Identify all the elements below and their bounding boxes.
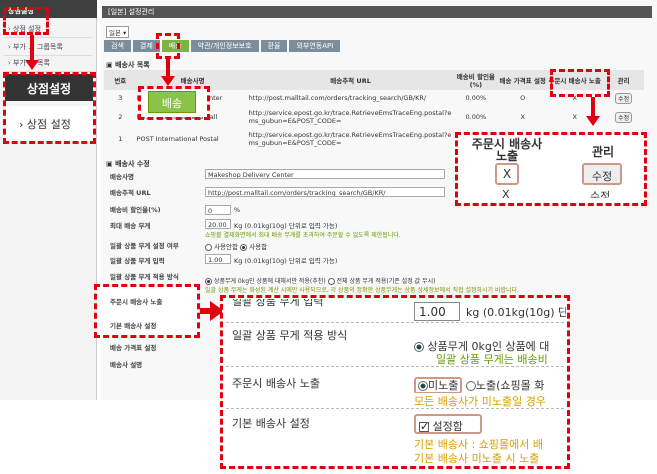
arrow-down-icon — [586, 116, 600, 126]
bulk-input[interactable]: 1.00 — [205, 254, 231, 264]
max-weight-note: 쇼핑몰 결제화면에서 최대 배송 무게를 초과하여 주문할 수 없도록 제한됩니… — [205, 232, 401, 239]
label-max-weight: 최대 배송 무게 — [110, 222, 151, 230]
url-input[interactable]: http://post.malltail.com/orders/tracking… — [205, 187, 445, 197]
label-bulk-use: 일괄 상품 무게 설정 여부 — [110, 242, 179, 250]
label-price: 배송 가격표 설정 — [110, 344, 157, 352]
col-header-price: 배송 가격표 설정 — [499, 70, 547, 90]
page-title: [일본] 설정관리 — [102, 6, 652, 18]
section-title-edit: ▣ 배송사 수정 — [106, 160, 150, 168]
arrow-stem — [591, 97, 595, 117]
sidebar-item-list[interactable]: › 부가 ... 목록 — [4, 58, 92, 72]
radio-bulk-off[interactable] — [205, 243, 212, 251]
bulk-input-unit: Kg (0.01kg(10g) 단위로 입력 가능) — [234, 257, 338, 265]
highlight-zoom-callout — [220, 295, 570, 469]
radio-method-zero[interactable] — [205, 278, 212, 285]
label-desc: 배송사 설명 — [110, 361, 143, 369]
tab-terms-privacy[interactable]: 약관/개인정보보호 — [190, 40, 259, 52]
tab-bar: 검색 결제 배송 약관/개인정보보호 환율 외부연동API — [104, 40, 341, 54]
arrow-down-icon — [25, 60, 39, 70]
max-weight-unit: Kg (0.01kg(10g) 단위로 입력 가능) — [234, 222, 338, 230]
highlight-tab-callout — [138, 86, 210, 120]
label-discount: 배송비 할인율(%) — [110, 206, 161, 214]
edit-button[interactable]: 수정 — [615, 111, 633, 123]
bulk-method-radios: 상품무게 0kg인 상품에 대해서만 적용(추천) 전체 상품 무게 적용(기존… — [205, 276, 560, 285]
highlight-form-labels — [94, 284, 200, 338]
arrow-stem — [166, 59, 170, 77]
section-title-list: ▣ 배송사 목록 — [106, 61, 150, 69]
highlight-manage-callout — [455, 132, 647, 206]
label-name: 배송사명 — [110, 173, 134, 181]
highlight-sidebar-callout — [3, 72, 96, 144]
arrow-stem — [30, 35, 34, 61]
highlight-expose-column — [550, 69, 610, 97]
label-bulk-method: 일괄 상품 무게 적용 방식 — [110, 273, 179, 281]
col-header-no: 번호 — [104, 70, 137, 90]
tab-search[interactable]: 검색 — [104, 40, 131, 52]
bulk-method-note: 일괄 상품 무게는 화성된 계산 시에만 사용되므로, 각 상품의 정확한 상품… — [205, 287, 519, 294]
name-input[interactable]: Makeshop Delivery Center — [205, 169, 445, 179]
radio-method-all[interactable] — [327, 278, 335, 285]
label-url: 배송추적 URL — [110, 189, 151, 197]
edit-button[interactable]: 수정 — [615, 92, 633, 104]
highlight-tab-shipping — [156, 33, 180, 59]
col-header-url: 배송추적 URL — [248, 70, 453, 90]
tab-external-api[interactable]: 외부연동API — [289, 40, 341, 52]
sidebar-item-group-list[interactable]: › 부가 ... 그룹목록 — [4, 42, 92, 56]
discount-input[interactable]: 0 — [205, 205, 231, 215]
col-header-discount: 배송비 할인율 (%) — [452, 70, 500, 90]
discount-unit: % — [234, 206, 241, 214]
arrow-down-icon — [161, 76, 175, 86]
tab-exchange[interactable]: 환율 — [260, 40, 288, 52]
highlight-sidebar-header — [3, 7, 49, 35]
bulk-use-radios: 사용안함 사용함 — [205, 241, 267, 251]
radio-bulk-on[interactable] — [240, 243, 248, 251]
language-select[interactable]: 일본 ▾ — [106, 26, 130, 38]
max-weight-input[interactable]: 20.00 — [205, 219, 231, 229]
label-bulk-input: 일괄 상품 무게 입력 — [110, 257, 165, 265]
